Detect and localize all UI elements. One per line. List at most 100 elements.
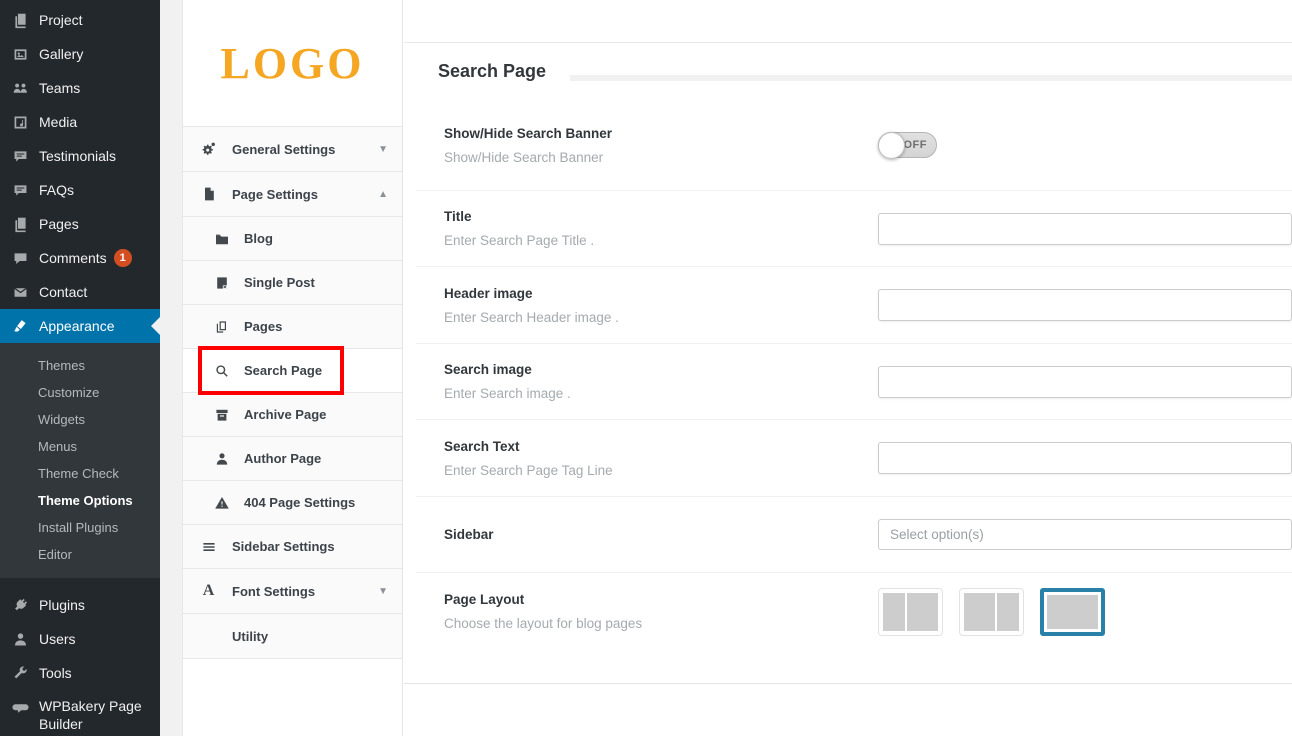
panel-item-label: 404 Page Settings bbox=[244, 495, 355, 510]
panel-item-label: Font Settings bbox=[232, 584, 315, 599]
submenu-item-customize[interactable]: Customize bbox=[0, 379, 160, 406]
layout-block bbox=[883, 593, 905, 631]
panel-subitem-single-post[interactable]: Single Post bbox=[183, 261, 402, 305]
users-icon bbox=[10, 629, 30, 649]
sidebar-item-wpbakery[interactable]: WPBakery Page Builder bbox=[0, 690, 160, 736]
form-row-sidebar: Sidebar Select option(s) bbox=[416, 497, 1292, 573]
sidebar-item-users[interactable]: Users bbox=[0, 622, 160, 656]
layout-option-left-sidebar[interactable] bbox=[878, 588, 943, 636]
row-text: Title Enter Search Page Title . bbox=[444, 209, 878, 248]
comments-icon bbox=[10, 248, 30, 268]
field-description: Enter Search Header image . bbox=[444, 310, 878, 325]
panel-subitem-author-page[interactable]: Author Page bbox=[183, 437, 402, 481]
form-row-search-image: Search image Enter Search image . bbox=[416, 344, 1292, 420]
page: Project Gallery Teams Media Testimonials… bbox=[0, 0, 1292, 736]
field-description: Show/Hide Search Banner bbox=[444, 150, 878, 165]
panel-item-utility[interactable]: Utility bbox=[183, 614, 402, 659]
panel-item-label: Blog bbox=[244, 231, 273, 246]
submenu-item-menus[interactable]: Menus bbox=[0, 433, 160, 460]
sidebar-item-label: FAQs bbox=[39, 182, 74, 198]
field-description: Enter Search image . bbox=[444, 386, 878, 401]
form-row-header-image: Header image Enter Search Header image . bbox=[416, 267, 1292, 344]
panel-item-general-settings[interactable]: General Settings ▼ bbox=[183, 127, 402, 172]
row-text: Sidebar bbox=[444, 527, 878, 542]
row-control: OFF bbox=[878, 132, 1292, 158]
sidebar-item-tools[interactable]: Tools bbox=[0, 656, 160, 690]
sidebar-item-pages[interactable]: Pages bbox=[0, 207, 160, 241]
sidebar-item-media[interactable]: Media bbox=[0, 105, 160, 139]
sidebar-item-label: Plugins bbox=[39, 597, 85, 613]
panel-subitem-archive-page[interactable]: Archive Page bbox=[183, 393, 402, 437]
sidebar-item-appearance[interactable]: Appearance bbox=[0, 309, 160, 343]
panel-subitem-pages[interactable]: Pages bbox=[183, 305, 402, 349]
main-content: Search Page Show/Hide Search Banner Show… bbox=[404, 0, 1292, 736]
sidebar-item-label: Contact bbox=[39, 284, 87, 300]
sidebar-item-label: Gallery bbox=[39, 46, 83, 62]
author-icon bbox=[213, 450, 230, 467]
panel-item-label: Author Page bbox=[244, 451, 321, 466]
row-control bbox=[878, 442, 1292, 474]
panel-item-label: Single Post bbox=[244, 275, 315, 290]
form-row-show-hide-banner: Show/Hide Search Banner Show/Hide Search… bbox=[416, 100, 1292, 191]
form-row-title: Title Enter Search Page Title . bbox=[416, 191, 1292, 267]
row-text: Search Text Enter Search Page Tag Line bbox=[444, 439, 878, 478]
sidebar-item-project[interactable]: Project bbox=[0, 3, 160, 37]
comments-count-badge: 1 bbox=[114, 249, 132, 267]
submenu-item-theme-check[interactable]: Theme Check bbox=[0, 460, 160, 487]
panel-item-sidebar-settings[interactable]: Sidebar Settings bbox=[183, 525, 402, 569]
panel-subitem-404-page-settings[interactable]: 404 Page Settings bbox=[183, 481, 402, 525]
single-post-icon bbox=[213, 274, 230, 291]
search-banner-toggle[interactable]: OFF bbox=[878, 132, 937, 158]
row-text: Search image Enter Search image . bbox=[444, 362, 878, 401]
top-strip bbox=[404, 0, 1292, 43]
toggle-knob[interactable] bbox=[878, 132, 905, 159]
layout-block bbox=[907, 593, 938, 631]
logo-area: LOGO bbox=[183, 0, 402, 127]
row-control bbox=[878, 366, 1292, 398]
sidebar-item-faqs[interactable]: FAQs bbox=[0, 173, 160, 207]
sidebar-item-teams[interactable]: Teams bbox=[0, 71, 160, 105]
panel-subitem-search-page[interactable]: Search Page bbox=[183, 349, 402, 393]
form-row-search-text: Search Text Enter Search Page Tag Line bbox=[416, 420, 1292, 497]
gears-icon bbox=[200, 141, 217, 158]
sidebar-item-contact[interactable]: Contact bbox=[0, 275, 160, 309]
submenu-item-editor[interactable]: Editor bbox=[0, 541, 160, 568]
search-text-input[interactable] bbox=[878, 442, 1292, 474]
sidebar-item-label: Appearance bbox=[39, 318, 115, 334]
row-control bbox=[878, 213, 1292, 245]
submenu-item-install-plugins[interactable]: Install Plugins bbox=[0, 514, 160, 541]
sidebar-select[interactable]: Select option(s) bbox=[878, 519, 1292, 550]
sidebar-item-testimonials[interactable]: Testimonials bbox=[0, 139, 160, 173]
field-description: Enter Search Page Tag Line bbox=[444, 463, 878, 478]
testimonials-icon bbox=[10, 146, 30, 166]
search-image-input[interactable] bbox=[878, 366, 1292, 398]
submenu-item-theme-options[interactable]: Theme Options bbox=[0, 487, 160, 514]
submenu-item-themes[interactable]: Themes bbox=[0, 352, 160, 379]
title-input[interactable] bbox=[878, 213, 1292, 245]
field-label: Show/Hide Search Banner bbox=[444, 126, 878, 141]
search-icon bbox=[213, 362, 230, 379]
page-icon bbox=[200, 186, 217, 203]
panel-subitem-blog[interactable]: Blog bbox=[183, 217, 402, 261]
sidebar-item-gallery[interactable]: Gallery bbox=[0, 37, 160, 71]
panel-item-label: Search Page bbox=[244, 363, 322, 378]
field-description: Choose the layout for blog pages bbox=[444, 616, 878, 631]
layout-option-full-width-selected[interactable] bbox=[1040, 588, 1105, 636]
sidebar-item-comments[interactable]: Comments 1 bbox=[0, 241, 160, 275]
sidebar-item-label: Comments bbox=[39, 250, 107, 266]
submenu-item-widgets[interactable]: Widgets bbox=[0, 406, 160, 433]
select-placeholder: Select option(s) bbox=[890, 527, 984, 542]
panel-item-label: General Settings bbox=[232, 142, 335, 157]
row-text: Show/Hide Search Banner Show/Hide Search… bbox=[444, 126, 878, 165]
folder-icon bbox=[213, 230, 230, 247]
panel-item-font-settings[interactable]: A Font Settings ▼ bbox=[183, 569, 402, 614]
layout-block bbox=[964, 593, 995, 631]
panel-item-label: Page Settings bbox=[232, 187, 318, 202]
panel-item-page-settings[interactable]: Page Settings ▲ bbox=[183, 172, 402, 217]
panel-item-label: Archive Page bbox=[244, 407, 326, 422]
header-image-input[interactable] bbox=[878, 289, 1292, 321]
sidebar-item-plugins[interactable]: Plugins bbox=[0, 588, 160, 622]
faq-icon bbox=[10, 180, 30, 200]
layout-option-right-sidebar[interactable] bbox=[959, 588, 1024, 636]
current-menu-arrow bbox=[151, 317, 160, 335]
